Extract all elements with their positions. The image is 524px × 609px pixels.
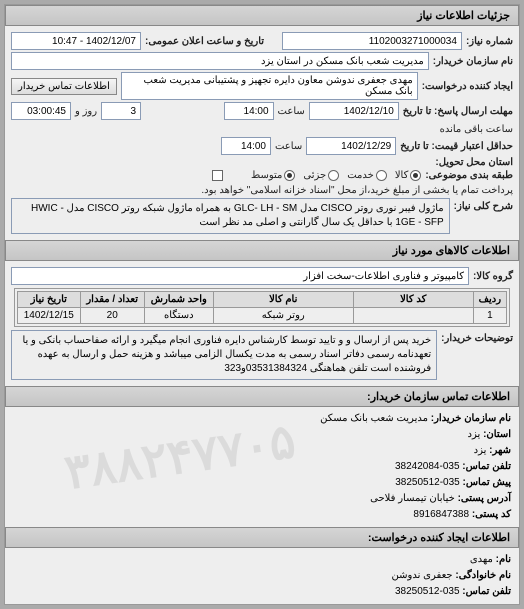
cell-name: روتر شبکه xyxy=(213,308,353,324)
radio-part-label: جزئی xyxy=(303,170,326,181)
creator-name-label: نام: xyxy=(496,554,511,565)
cell-need-date: 1402/12/15 xyxy=(18,308,81,324)
creator-header: اطلاعات ایجاد کننده درخواست: xyxy=(5,527,519,548)
remain-label: ساعت باقی مانده xyxy=(440,124,513,135)
treasury-checkbox[interactable] xyxy=(212,170,223,181)
desc-label: شرح کلی نیاز: xyxy=(454,198,513,212)
creator-phone-label: تلفن تماس: xyxy=(462,586,511,597)
col-row: ردیف xyxy=(473,292,506,308)
city-value: یزد xyxy=(474,445,487,456)
cell-row: 1 xyxy=(473,308,506,324)
col-name: نام کالا xyxy=(213,292,353,308)
radio-goods[interactable]: کالا xyxy=(395,170,422,181)
table-row: 1 روتر شبکه دستگاه 20 1402/12/15 xyxy=(18,308,507,324)
radio-goods-label: کالا xyxy=(395,170,409,181)
org-value: مدیریت شعب بانک مسکن xyxy=(320,413,428,424)
days-remaining: 3 xyxy=(101,102,141,120)
col-unit: واحد شمارش xyxy=(144,292,213,308)
items-header: اطلاعات کالاهای مورد نیاز xyxy=(5,240,519,261)
classify-label: طبقه بندی موضوعی: xyxy=(425,170,513,181)
creator-phone-value: 035-38250512 xyxy=(395,586,460,597)
radio-dot-icon xyxy=(376,170,387,181)
validity-date: 1402/12/29 xyxy=(306,137,396,155)
time-remaining: 03:00:45 xyxy=(11,102,71,120)
time-label-1: ساعت xyxy=(278,106,305,117)
col-code: کد کالا xyxy=(353,292,473,308)
col-qty: تعداد / مقدار xyxy=(80,292,144,308)
addr-label: آدرس پستی: xyxy=(458,493,511,504)
deadline-reply-label: مهلت ارسال پاسخ: تا تاریخ xyxy=(403,106,513,117)
province-value: یزد xyxy=(468,429,481,440)
cell-unit: دستگاه xyxy=(144,308,213,324)
addr-value: خیابان تیمسار فلاحی xyxy=(370,493,455,504)
radio-dot-icon xyxy=(410,170,421,181)
phone-value: 035-38242084 xyxy=(395,461,460,472)
deadline-reply-date: 1402/12/10 xyxy=(309,102,399,120)
buyer-contact-button[interactable]: اطلاعات تماس خریدار xyxy=(11,78,117,95)
desc-text: ماژول فیبر نوری روتر CISCO مدل GLC- LH -… xyxy=(11,198,450,234)
buyer-name-label: نام سازمان خریدار: xyxy=(433,56,513,67)
time-label-2: ساعت xyxy=(275,141,302,152)
col-need-date: تاریخ نیاز xyxy=(18,292,81,308)
announce-label: تاریخ و ساعت اعلان عمومی: xyxy=(145,36,264,47)
cell-qty: 20 xyxy=(80,308,144,324)
radio-medium-label: متوسط xyxy=(251,170,282,181)
announce-value: 1402/12/07 - 10:47 xyxy=(11,32,141,50)
validity-label: حداقل اعتبار قیمت: تا تاریخ xyxy=(400,141,513,152)
validity-time: 14:00 xyxy=(221,137,271,155)
deadline-reply-time: 14:00 xyxy=(224,102,274,120)
contact-header: اطلاعات تماس سازمان خریدار: xyxy=(5,386,519,407)
days-label: روز و xyxy=(75,106,97,117)
postcode-label: کد پستی: xyxy=(472,509,511,520)
creator-label: ایجاد کننده درخواست: xyxy=(422,81,513,92)
fax-label: پیش تماس: xyxy=(463,477,511,488)
radio-service[interactable]: خدمت xyxy=(347,170,387,181)
phone-label: تلفن تماس: xyxy=(462,461,511,472)
province-label: استان: xyxy=(483,429,511,440)
buyer-notes-text: خرید پس از ارسال و و تایید توسط کارشناس … xyxy=(11,330,437,380)
group-label: گروه کالا: xyxy=(473,271,513,282)
radio-medium[interactable]: متوسط xyxy=(251,170,295,181)
group-value: کامپیوتر و فناوری اطلاعات-سخت افزار xyxy=(11,267,469,285)
postcode-value: 8916847388 xyxy=(413,509,469,520)
org-label: نام سازمان خریدار: xyxy=(431,413,511,424)
buyer-name-value: مدیریت شعب بانک مسکن در استان یزد xyxy=(11,52,429,70)
cell-code xyxy=(353,308,473,324)
radio-dot-icon xyxy=(284,170,295,181)
city-label: شهر: xyxy=(489,445,511,456)
fax-value: 035-38250512 xyxy=(395,477,460,488)
treasury-label: پرداخت تمام یا بخشی از مبلغ خرید،از محل … xyxy=(201,185,513,196)
buyer-notes-label: توضیحات خریدار: xyxy=(441,330,513,344)
creator-value: مهدی جعفری ندوشن معاون دایره تجهیز و پشت… xyxy=(121,72,418,100)
items-table: ردیف کد کالا نام کالا واحد شمارش تعداد /… xyxy=(17,291,507,324)
req-no-value: 1102003271000034 xyxy=(282,32,462,50)
contact-block: نام سازمان خریدار: مدیریت شعب بانک مسکن … xyxy=(5,407,519,527)
classify-radio-group: کالا خدمت جزئی متوسط xyxy=(251,170,421,181)
radio-part[interactable]: جزئی xyxy=(303,170,339,181)
radio-service-label: خدمت xyxy=(347,170,374,181)
delivery-province-label: استان محل تحویل: xyxy=(435,157,513,168)
creator-block: نام: مهدی نام خانوادگی: جعفری ندوشن تلفن… xyxy=(5,548,519,604)
creator-name-value: مهدی xyxy=(470,554,493,565)
req-no-label: شماره نیاز: xyxy=(466,36,513,47)
panel-header: جزئیات اطلاعات نیاز xyxy=(5,5,519,26)
radio-dot-icon xyxy=(328,170,339,181)
